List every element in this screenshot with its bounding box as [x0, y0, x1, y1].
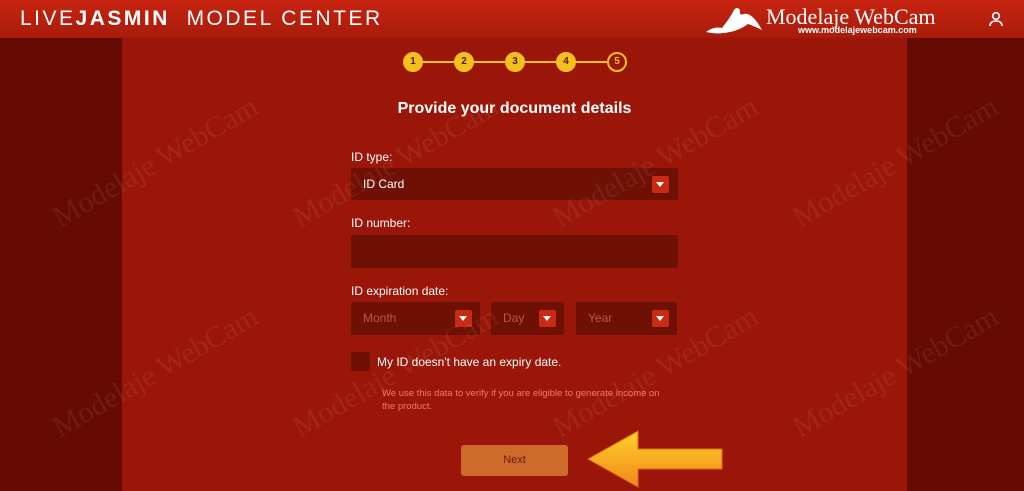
page-title: Provide your document details	[397, 100, 632, 117]
step-4: 4	[556, 52, 576, 72]
no-expiry-checkbox[interactable]	[351, 352, 370, 371]
right-side-panel	[907, 38, 1024, 491]
step-3: 3	[505, 52, 525, 72]
top-header: LIVEJASMIN MODEL CENTER Modelaje WebCam …	[0, 0, 1024, 39]
expiration-date-label: ID expiration date:	[351, 284, 449, 298]
eligibility-note: We use this data to verify if you are el…	[382, 387, 682, 413]
chevron-down-icon	[455, 310, 472, 327]
brand-jasmin: JASMIN	[75, 7, 170, 30]
id-number-label: ID number:	[351, 216, 411, 230]
step-connector	[473, 61, 505, 63]
chevron-down-icon	[652, 310, 669, 327]
brand-model-center: MODEL CENTER	[186, 7, 383, 30]
arrow-left-icon	[586, 430, 723, 488]
day-placeholder: Day	[503, 311, 525, 325]
user-icon[interactable]	[987, 10, 1005, 28]
year-placeholder: Year	[588, 311, 613, 325]
step-connector	[422, 61, 454, 63]
brand-logo[interactable]: LIVEJASMIN MODEL CENTER	[20, 7, 383, 31]
note-line-1: We use this data to verify if you are el…	[382, 388, 660, 399]
chevron-down-icon	[652, 176, 669, 193]
left-side-panel	[0, 38, 122, 491]
id-type-select[interactable]: ID Card	[351, 168, 678, 200]
id-number-input[interactable]	[351, 235, 678, 268]
watermark-logo: Modelaje WebCam www.modelajewebcam.com	[704, 4, 962, 36]
step-connector	[524, 61, 556, 63]
next-button[interactable]: Next	[461, 445, 568, 476]
step-indicator: 1 2 3 4 5	[403, 52, 627, 72]
chevron-down-icon	[539, 310, 556, 327]
id-type-value: ID Card	[363, 177, 405, 191]
note-line-2: the product.	[382, 401, 433, 412]
no-expiry-label[interactable]: My ID doesn't have an expiry date.	[377, 355, 561, 369]
step-1: 1	[403, 52, 423, 72]
year-select[interactable]: Year	[576, 302, 677, 335]
step-connector	[575, 61, 607, 63]
woman-silhouette-icon	[706, 8, 762, 34]
month-placeholder: Month	[363, 311, 397, 325]
step-5-current: 5	[607, 52, 627, 72]
id-type-label: ID type:	[351, 150, 393, 164]
watermark-url: www.modelajewebcam.com	[798, 25, 917, 35]
month-select[interactable]: Month	[351, 302, 480, 335]
day-select[interactable]: Day	[491, 302, 564, 335]
brand-live: LIVE	[20, 7, 76, 30]
step-2: 2	[454, 52, 474, 72]
